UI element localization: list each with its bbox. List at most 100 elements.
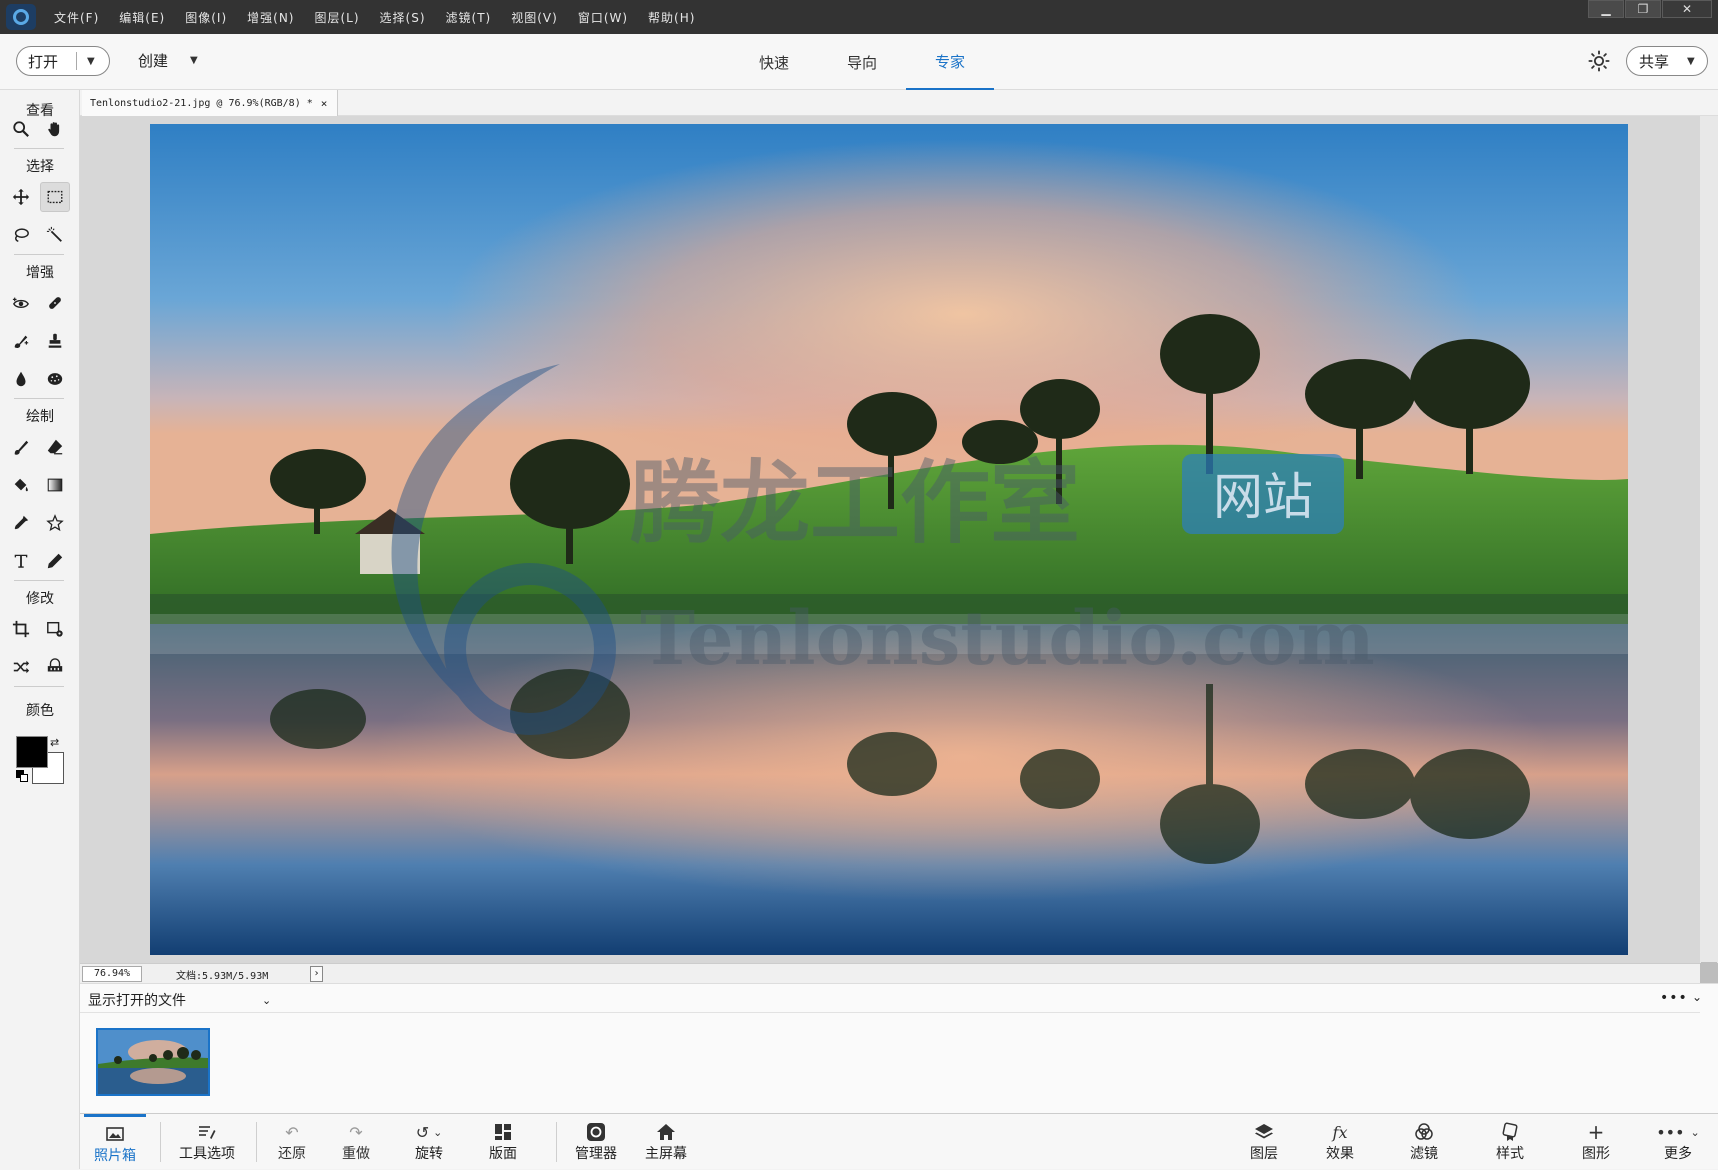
- menu-enhance[interactable]: 增强(N): [247, 9, 294, 26]
- tab-expert[interactable]: 专家: [906, 34, 994, 90]
- status-bar: 76.94% 文档:5.93M/5.93M ›: [80, 963, 1700, 983]
- blur-tool[interactable]: [6, 364, 36, 394]
- minimize-button[interactable]: ▁: [1588, 0, 1624, 18]
- undo-button[interactable]: ↶ 还原: [264, 1114, 320, 1170]
- toolbox-divider: [14, 254, 64, 255]
- default-colors-icon[interactable]: [16, 770, 28, 782]
- menu-image[interactable]: 图像(I): [185, 9, 227, 26]
- eyedropper-tool[interactable]: [6, 508, 36, 538]
- smart-brush-tool[interactable]: [6, 326, 36, 356]
- menu-view[interactable]: 视图(V): [511, 9, 558, 26]
- eye-icon: [12, 297, 29, 308]
- menu-layer[interactable]: 图层(L): [314, 9, 359, 26]
- menu-filter[interactable]: 滤镜(T): [446, 9, 492, 26]
- taskbar-label: 样式: [1496, 1146, 1524, 1162]
- thumbnail-image: [98, 1030, 208, 1094]
- content-aware-move-tool[interactable]: [6, 652, 36, 682]
- rotate-button[interactable]: ↺ ⌄ 旋转: [394, 1114, 464, 1170]
- red-eye-tool[interactable]: [6, 288, 36, 318]
- photo-bin-panel: 显示打开的文件 ⌄ ••• ⌄: [80, 983, 1718, 1113]
- panel-divider: [80, 1012, 1700, 1013]
- menu-window[interactable]: 窗口(W): [578, 9, 628, 26]
- hand-tool[interactable]: [40, 114, 70, 144]
- chevron-down-icon[interactable]: ▼: [1687, 56, 1695, 67]
- document-tab[interactable]: Tenlonstudio2-21.jpg @ 76.9%(RGB/8) * ×: [82, 90, 338, 116]
- stamp-icon: [48, 333, 62, 348]
- dropdown-label: 显示打开的文件: [88, 993, 186, 1009]
- magic-wand-tool[interactable]: [40, 220, 70, 250]
- redo-button[interactable]: ↷ 重做: [328, 1114, 384, 1170]
- tool-options-button[interactable]: 工具选项: [168, 1114, 246, 1170]
- photo-thumbnail[interactable]: [96, 1028, 210, 1096]
- lasso-icon: [14, 228, 29, 242]
- brush-tool[interactable]: [6, 432, 36, 462]
- swap-colors-icon[interactable]: ⇄: [50, 736, 59, 749]
- paint-bucket-tool[interactable]: [6, 470, 36, 500]
- menu-edit[interactable]: 编辑(E): [119, 9, 165, 26]
- recompose-tool[interactable]: [40, 614, 70, 644]
- menu-file[interactable]: 文件(F): [54, 9, 99, 26]
- taskbar-label: 管理器: [575, 1146, 617, 1162]
- effects-button[interactable]: fx 效果: [1312, 1114, 1368, 1170]
- sponge-icon: [47, 373, 63, 385]
- close-window-button[interactable]: ✕: [1662, 0, 1712, 18]
- tab-quick[interactable]: 快速: [730, 34, 818, 90]
- layout-button[interactable]: 版面: [472, 1114, 534, 1170]
- clone-stamp-tool[interactable]: [40, 326, 70, 356]
- show-open-files-dropdown[interactable]: 显示打开的文件 ⌄: [88, 990, 271, 1010]
- taskbar-label: 图层: [1250, 1146, 1278, 1162]
- layers-button[interactable]: 图层: [1236, 1114, 1292, 1170]
- app-logo-icon[interactable]: [6, 4, 36, 30]
- filters-button[interactable]: 滤镜: [1396, 1114, 1452, 1170]
- menu-select[interactable]: 选择(S): [380, 9, 426, 26]
- type-tool[interactable]: [6, 546, 36, 576]
- foreground-color-swatch[interactable]: [16, 736, 48, 768]
- redo-icon: ↷: [349, 1122, 363, 1142]
- droplet-icon: [16, 371, 26, 387]
- more-button[interactable]: ••• ⌄ 更多: [1646, 1114, 1710, 1170]
- gradient-tool[interactable]: [40, 470, 70, 500]
- theme-sun-icon[interactable]: [1588, 50, 1610, 72]
- custom-shape-tool[interactable]: [40, 508, 70, 538]
- open-button[interactable]: 打开 ▼: [16, 46, 110, 76]
- layers-icon: [1254, 1121, 1274, 1143]
- collapse-chevron-icon[interactable]: ⌄: [1692, 990, 1702, 1004]
- sponge-tool[interactable]: [40, 364, 70, 394]
- landscape-photo: 腾龙工作室 网站 Tenlonstudio.com: [150, 124, 1628, 955]
- close-icon[interactable]: ×: [321, 97, 328, 110]
- status-menu-button[interactable]: ›: [310, 966, 323, 982]
- marquee-tool[interactable]: [40, 182, 70, 212]
- styles-button[interactable]: 样式: [1482, 1114, 1538, 1170]
- section-color-label: 颜色: [26, 703, 54, 719]
- pencil-tool[interactable]: [40, 546, 70, 576]
- photo-canvas[interactable]: 腾龙工作室 网站 Tenlonstudio.com: [150, 124, 1628, 955]
- open-button-divider: [76, 52, 77, 70]
- taskbar-label: 滤镜: [1410, 1146, 1438, 1162]
- more-options-icon[interactable]: •••: [1660, 990, 1688, 1006]
- undo-icon: ↶: [285, 1122, 299, 1142]
- move-tool[interactable]: [6, 182, 36, 212]
- share-button[interactable]: 共享 ▼: [1626, 46, 1708, 76]
- zoom-level-field[interactable]: 76.94%: [82, 966, 142, 982]
- graphics-button[interactable]: + 图形: [1568, 1114, 1624, 1170]
- taskbar-label: 图形: [1582, 1146, 1610, 1162]
- watermark-en: Tenlonstudio.com: [640, 596, 1375, 682]
- spot-healing-tool[interactable]: [40, 288, 70, 318]
- taskbar-label: 还原: [278, 1146, 306, 1162]
- home-screen-button[interactable]: 主屏幕: [634, 1114, 698, 1170]
- restore-button[interactable]: ❐: [1625, 0, 1661, 18]
- crop-tool[interactable]: [6, 614, 36, 644]
- menu-help[interactable]: 帮助(H): [648, 9, 695, 26]
- gradient-icon: [47, 478, 63, 492]
- chevron-down-icon[interactable]: ▼: [190, 55, 198, 66]
- zoom-tool[interactable]: [6, 114, 36, 144]
- lasso-tool[interactable]: [6, 220, 36, 250]
- chevron-down-icon[interactable]: ▼: [87, 56, 95, 67]
- create-button[interactable]: 创建 ▼: [138, 50, 198, 71]
- photo-bin-button[interactable]: 照片箱: [84, 1114, 146, 1170]
- organizer-button[interactable]: 管理器: [564, 1114, 628, 1170]
- eraser-tool[interactable]: [40, 432, 70, 462]
- straighten-tool[interactable]: [40, 652, 70, 682]
- tab-guided[interactable]: 导向: [818, 34, 906, 90]
- vertical-scrollbar[interactable]: [1700, 116, 1718, 980]
